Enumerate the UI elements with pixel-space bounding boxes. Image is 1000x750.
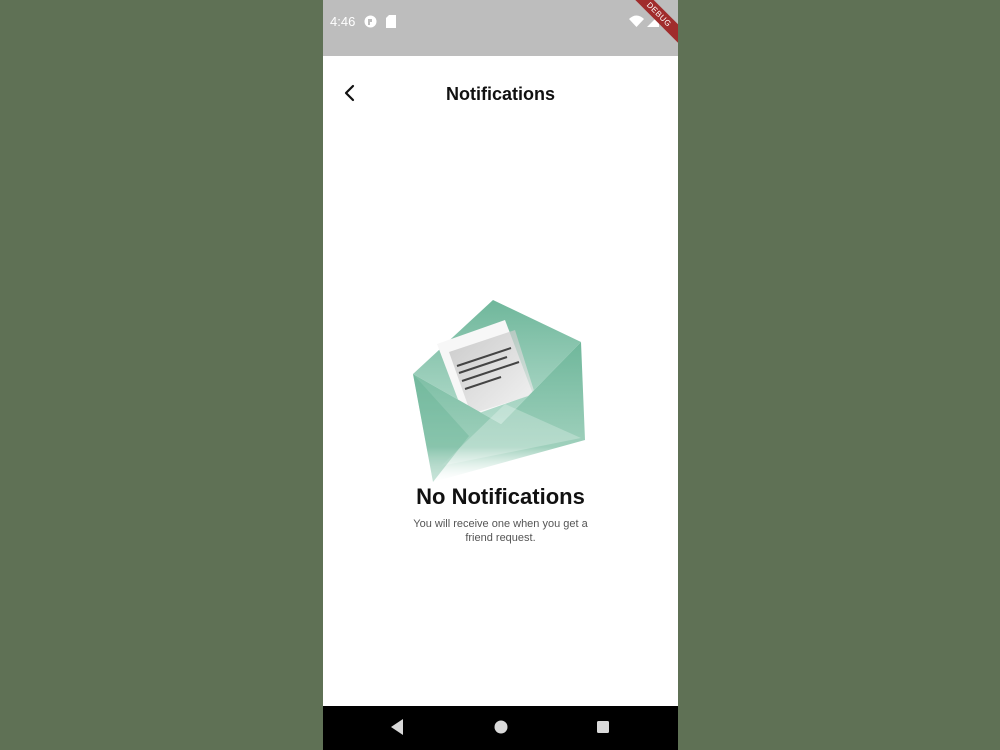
phone-screen: 4:46 DEBUG Notifications No Notification… [323, 0, 678, 750]
back-button[interactable] [336, 79, 364, 107]
recents-square-icon[interactable] [595, 718, 611, 741]
app-bar: Notifications [323, 56, 678, 134]
empty-state-title: No Notifications [416, 484, 585, 509]
back-triangle-icon[interactable] [390, 718, 404, 741]
sim-card-icon [386, 15, 396, 33]
sync-icon [364, 15, 377, 33]
home-circle-icon[interactable] [493, 718, 509, 741]
wifi-icon [629, 15, 644, 33]
chevron-left-icon [344, 84, 355, 102]
page-title: Notifications [445, 84, 555, 104]
open-envelope-icon [409, 296, 589, 482]
status-time: 4:46 [330, 14, 356, 29]
navigation-bar [323, 706, 678, 750]
status-bar: 4:46 DEBUG [323, 0, 678, 56]
empty-state-subtitle: You will receive one when you get a frie… [413, 518, 588, 544]
